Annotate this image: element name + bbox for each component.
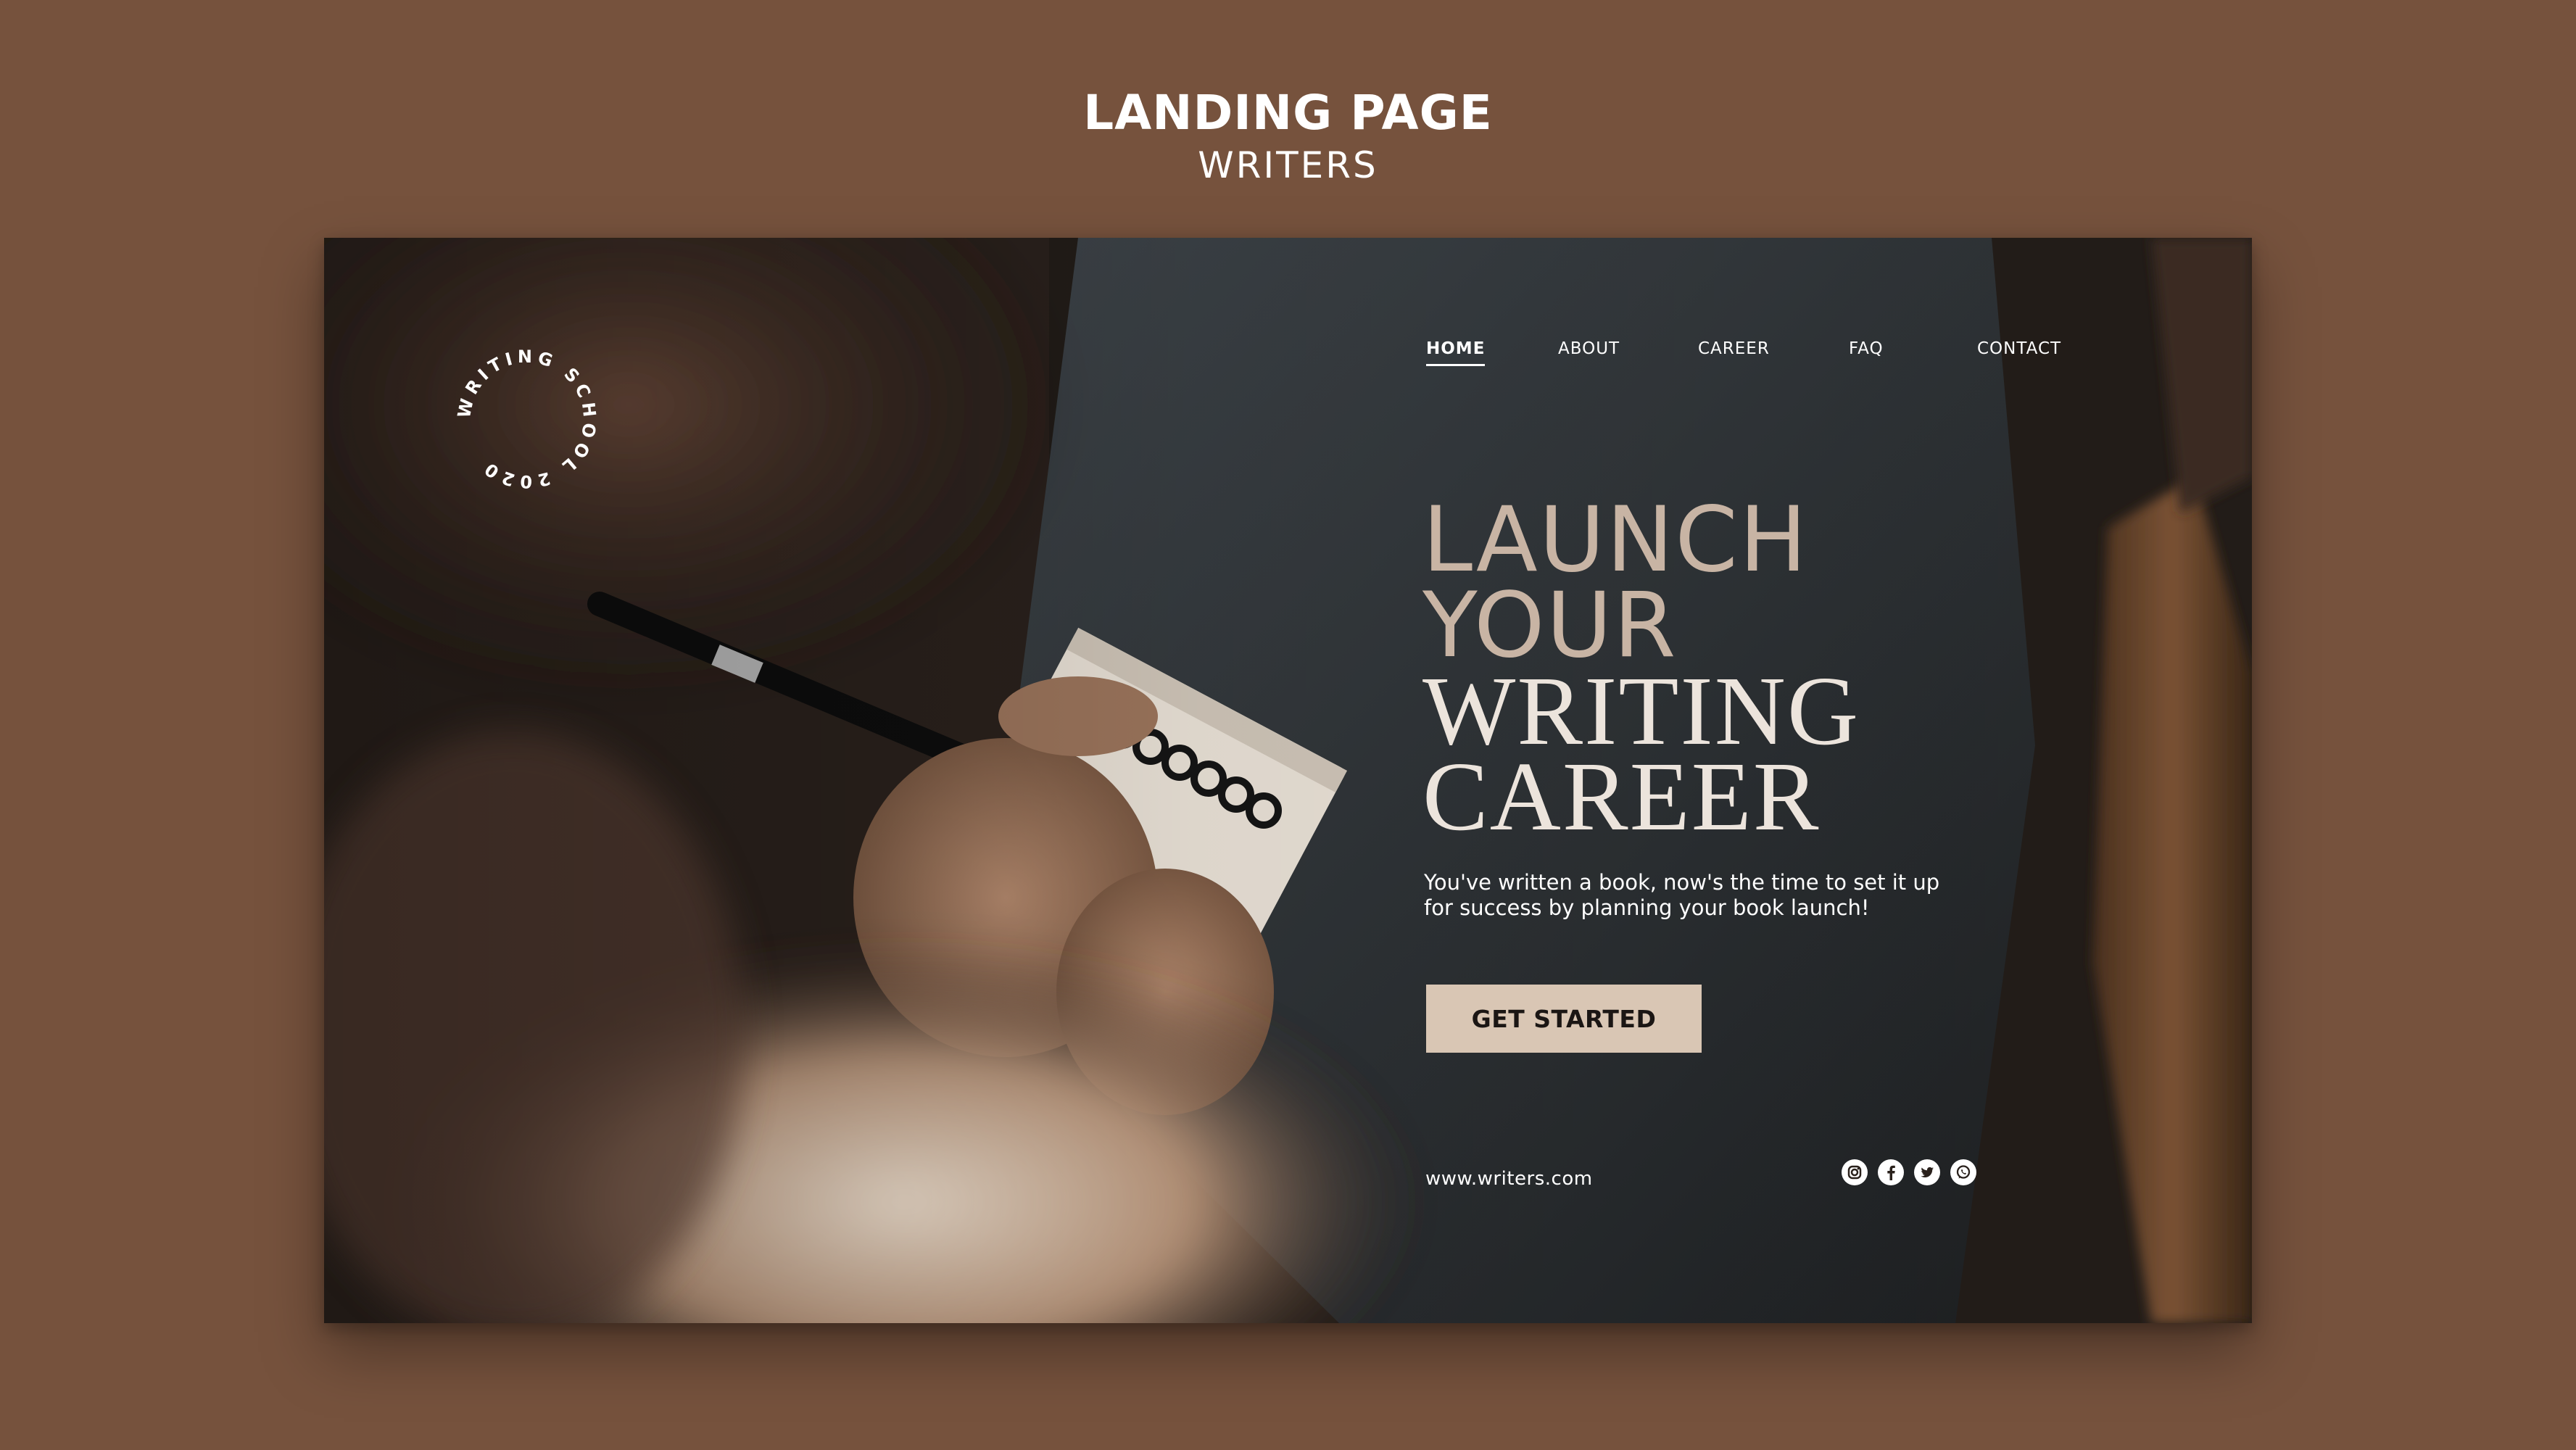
hero-title-line2: YOUR [1422,573,1678,678]
writing-school-seal: WRITING SCHOOL 2020 [454,347,600,492]
hero-title-line3: WRITING [1422,657,1860,766]
page-subtitle: WRITERS [1198,144,1378,186]
nav-home[interactable]: HOME [1426,339,1486,366]
facebook-icon[interactable] [1878,1159,1904,1185]
nav-faq[interactable]: FAQ [1849,339,1884,364]
hero-description-line1: You've written a book, now's the time to… [1424,870,1940,895]
whatsapp-icon[interactable] [1950,1159,1976,1185]
seal-text: WRITING SCHOOL 2020 [454,347,600,492]
nav-career[interactable]: CAREER [1698,339,1770,364]
hero-description-line2: for success by planning your book launch… [1424,895,1870,920]
hero-title-line4: CAREER [1422,742,1821,851]
page-title: LANDING PAGE [1083,85,1493,141]
landing-page-mockup: WRITING SCHOOL 2020 HOME ABOUT CAREER FA… [324,238,2252,1323]
hero-title: LAUNCH YOUR WRITING CAREER [1422,488,2075,851]
page-heading: LANDING PAGE WRITERS [0,81,2576,187]
hero-description: You've written a book, now's the time to… [1424,870,2018,921]
website-link[interactable]: www.writers.com [1425,1168,1593,1190]
nav-about[interactable]: ABOUT [1558,339,1620,364]
instagram-icon[interactable] [1842,1159,1868,1185]
hero-title-line1: LAUNCH [1422,488,1809,592]
get-started-button[interactable]: GET STARTED [1426,985,1702,1053]
twitter-icon[interactable] [1914,1159,1940,1185]
nav-contact[interactable]: CONTACT [1977,339,2061,364]
main-navigation: HOME ABOUT CAREER FAQ CONTACT [1426,339,2252,383]
